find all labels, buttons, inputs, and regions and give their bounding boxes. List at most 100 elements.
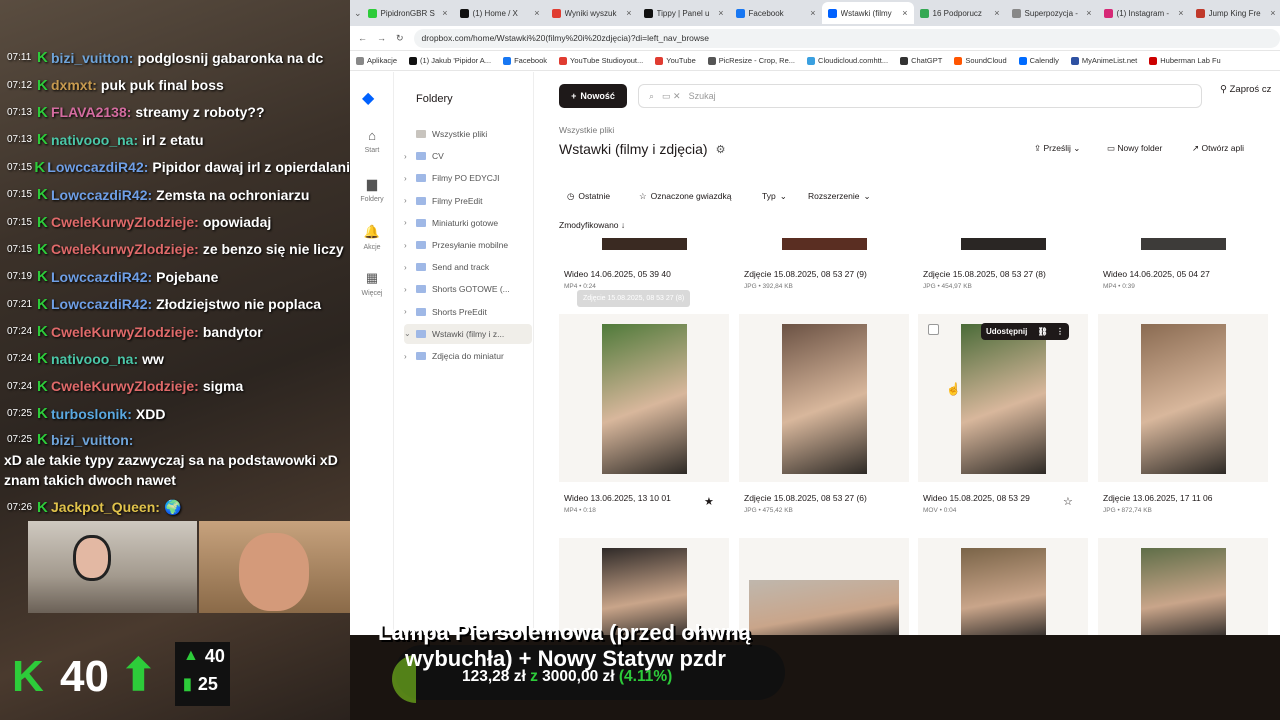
browser-tab[interactable]: Wstawki (filmy × <box>821 2 914 24</box>
star-icon[interactable]: ☆ <box>1063 495 1073 508</box>
browser-tab[interactable]: 16 Podporucz × <box>914 2 1006 24</box>
close-icon[interactable]: × <box>1178 8 1183 18</box>
thumbnail[interactable] <box>961 238 1046 250</box>
chat-username[interactable]: CweleKurwyZlodzieje: <box>51 241 199 257</box>
chevron-icon[interactable]: › <box>404 241 416 250</box>
chat-username[interactable]: CweleKurwyZlodzieje: <box>51 214 199 230</box>
file-name[interactable]: Wideo 14.06.2025, 05 39 40 <box>564 269 671 279</box>
close-icon[interactable]: × <box>718 8 723 18</box>
chat-username[interactable]: CweleKurwyZlodzieje: <box>51 324 199 340</box>
bookmark[interactable]: MyAnimeList.net <box>1070 56 1137 65</box>
browser-tab[interactable]: Wyniki wyszuk × <box>546 2 638 24</box>
filter-starred[interactable]: ☆ Oznaczone gwiazdką <box>639 188 731 204</box>
file-name[interactable]: Zdjęcie 15.08.2025, 08 53 27 (9) <box>744 269 867 279</box>
filter-type[interactable]: Typ ⌄ <box>762 188 787 204</box>
close-icon[interactable]: × <box>902 8 907 18</box>
invite-button[interactable]: ⚲ Zaproś cz <box>1220 84 1271 95</box>
folder-item[interactable]: ⌄ Wstawki (filmy i z... <box>404 323 532 344</box>
close-icon[interactable]: × <box>442 8 447 18</box>
rail-item[interactable]: ⌂ Start <box>350 128 394 154</box>
file-name[interactable]: Wideo 15.08.2025, 08 53 29 <box>923 493 1030 503</box>
chat-username[interactable]: turboslonik: <box>51 406 132 422</box>
tab-list-icon[interactable]: ⌄ <box>354 8 362 19</box>
chat-username[interactable]: bizi_vuitton: <box>51 50 133 66</box>
open-app-button[interactable]: ↗ Otwórz apli <box>1192 143 1244 154</box>
close-icon[interactable]: × <box>810 8 815 18</box>
filter-recent[interactable]: ◷ Ostatnie <box>567 188 610 204</box>
chevron-icon[interactable]: › <box>404 174 416 183</box>
file-name[interactable]: Zdjęcie 13.06.2025, 17 11 06 <box>1103 493 1212 503</box>
more-icon[interactable]: ⋮ <box>1056 327 1064 336</box>
share-button[interactable]: Udostępnij ⛓ ⋮ <box>981 323 1069 340</box>
file-name[interactable]: Wideo 14.06.2025, 05 04 27 <box>1103 269 1210 279</box>
folder-item[interactable]: › Filmy PreEdit <box>404 191 532 211</box>
bookmark[interactable]: YouTube <box>655 56 696 65</box>
upload-button[interactable]: ⇪ Prześlij ⌄ <box>1034 143 1080 154</box>
file-name[interactable]: Wideo 13.06.2025, 13 10 01 <box>564 493 671 503</box>
folder-item[interactable]: Wszystkie pliki <box>404 124 532 144</box>
chat-username[interactable]: LowccazdiR42: <box>51 296 152 312</box>
rail-item[interactable]: 🔔 Akcje <box>350 224 394 251</box>
folder-item[interactable]: › Zdjęcia do miniatur <box>404 346 532 366</box>
file-name[interactable]: Zdjęcie 15.08.2025, 08 53 27 (6) <box>744 493 867 503</box>
folder-item[interactable]: › Przesyłanie mobilne <box>404 235 532 255</box>
reload-icon[interactable]: ↻ <box>396 33 404 44</box>
thumbnail[interactable] <box>1141 238 1226 250</box>
chevron-icon[interactable]: › <box>404 196 416 205</box>
thumbnail[interactable] <box>602 238 687 250</box>
bookmark[interactable]: PicResize - Crop, Re... <box>707 56 795 65</box>
chat-username[interactable]: LowccazdiR42: <box>51 269 152 285</box>
browser-tab[interactable]: Superpozycja - × <box>1006 2 1098 24</box>
chevron-icon[interactable]: › <box>404 352 416 361</box>
folder-item[interactable]: › Filmy PO EDYCJI <box>404 168 532 188</box>
gear-icon[interactable]: ⚙ <box>716 143 726 156</box>
chat-username[interactable]: nativooo_na: <box>51 132 138 148</box>
dropbox-logo-icon[interactable]: ◆ <box>362 88 374 108</box>
rail-item[interactable]: ▦ Więcej <box>350 270 394 297</box>
chevron-icon[interactable]: › <box>404 285 416 294</box>
chat-username[interactable]: FLAVA2138: <box>51 104 131 120</box>
bookmark[interactable]: Huberman Lab Fu <box>1149 56 1221 65</box>
search-input[interactable]: ⌕ ▭ ✕ Szukaj <box>638 84 1202 108</box>
folder-item[interactable]: › Shorts PreEdit <box>404 302 532 322</box>
sort-control[interactable]: Zmodyfikowano ↓ <box>559 220 625 230</box>
bookmark[interactable]: YouTube Studioyout... <box>559 56 643 65</box>
close-icon[interactable]: × <box>994 8 999 18</box>
rail-item[interactable]: ▆ Foldery <box>350 176 394 203</box>
file-name[interactable]: Zdjęcie 15.08.2025, 08 53 27 (8) <box>923 269 1046 279</box>
chevron-icon[interactable]: › <box>404 307 416 316</box>
thumbnail[interactable] <box>782 238 867 250</box>
browser-tab[interactable]: (1) Instagram - × <box>1098 2 1190 24</box>
folder-item[interactable]: › Shorts GOTOWE (... <box>404 279 532 299</box>
bookmark[interactable]: Calendly <box>1018 56 1059 65</box>
browser-tab[interactable]: Facebook × <box>730 2 822 24</box>
url-field[interactable]: dropbox.com/home/Wstawki%20(filmy%20i%20… <box>413 28 1280 48</box>
folder-item[interactable]: › Miniaturki gotowe <box>404 213 532 233</box>
forward-icon[interactable]: → <box>377 33 386 43</box>
bookmark[interactable]: ChatGPT <box>900 56 942 65</box>
chevron-icon[interactable]: ⌄ <box>404 329 416 338</box>
chat-username[interactable]: LowccazdiR42: <box>47 159 148 175</box>
breadcrumb[interactable]: Wszystkie pliki <box>559 125 614 135</box>
chevron-icon[interactable]: › <box>404 152 416 161</box>
bookmark[interactable]: Facebook <box>503 56 547 65</box>
filter-extension[interactable]: Rozszerzenie ⌄ <box>808 188 871 204</box>
star-icon[interactable]: ★ <box>704 495 714 508</box>
bookmark[interactable]: (1) Jakub 'Pipidor A... <box>409 56 491 65</box>
chevron-icon[interactable]: › <box>404 218 416 227</box>
browser-tab[interactable]: (1) Home / X × <box>454 2 546 24</box>
back-icon[interactable]: ← <box>358 33 367 43</box>
chat-username[interactable]: LowccazdiR42: <box>51 187 152 203</box>
select-checkbox[interactable] <box>928 324 939 335</box>
new-button[interactable]: + Nowość <box>559 84 627 108</box>
browser-tab[interactable]: PipidronGBR S × <box>362 2 454 24</box>
bookmark[interactable]: SoundCloud <box>954 56 1007 65</box>
chat-username[interactable]: dxmxt: <box>51 77 97 93</box>
browser-tab[interactable]: Tippy | Panel u × <box>638 2 730 24</box>
browser-tab[interactable]: Jump King Fre × <box>1190 2 1280 24</box>
link-icon[interactable]: ⛓ <box>1038 327 1048 336</box>
folder-item[interactable]: › Send and track <box>404 257 532 277</box>
chevron-icon[interactable]: › <box>404 263 416 272</box>
close-icon[interactable]: × <box>534 8 539 18</box>
chat-username[interactable]: Jackpot_Queen: <box>51 499 160 515</box>
